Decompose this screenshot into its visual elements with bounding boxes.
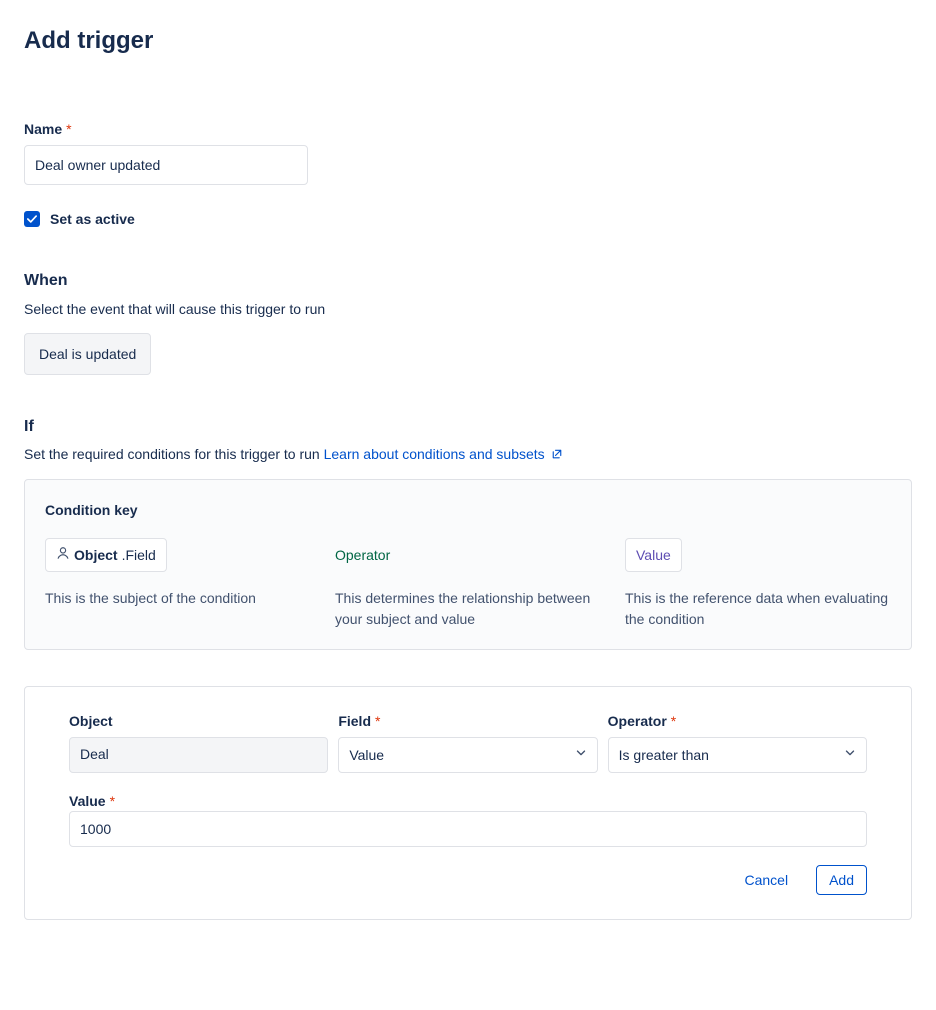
field-col: Field* Value — [338, 711, 597, 773]
when-event-chip: Deal is updated — [24, 333, 151, 375]
field-label: Field* — [338, 711, 597, 731]
ck-object-pill: Object.Field — [45, 538, 167, 572]
operator-label-text: Operator — [608, 713, 667, 729]
condition-key-box: Condition key Object.Field This is the s… — [24, 479, 912, 650]
cancel-button[interactable]: Cancel — [736, 866, 796, 894]
operator-label: Operator* — [608, 711, 867, 731]
name-input[interactable] — [24, 145, 308, 185]
ck-value-desc: This is the reference data when evaluati… — [625, 588, 891, 629]
if-desc: Set the required conditions for this tri… — [24, 444, 912, 464]
ck-operator-col: Operator This determines the relationshi… — [335, 538, 601, 629]
active-checkbox-row: Set as active — [24, 209, 912, 229]
required-asterisk: * — [671, 713, 676, 729]
operator-select[interactable]: Is greater than — [608, 737, 867, 773]
learn-conditions-link[interactable]: Learn about conditions and subsets — [324, 446, 563, 462]
field-select[interactable]: Value — [338, 737, 597, 773]
add-button[interactable]: Add — [816, 865, 867, 895]
ck-operator-desc: This determines the relationship between… — [335, 588, 601, 629]
ck-object-field: .Field — [122, 545, 156, 565]
external-link-icon — [551, 448, 563, 460]
value-label: Value* — [69, 793, 115, 809]
condition-key-title: Condition key — [45, 500, 891, 520]
ck-value-col: Value This is the reference data when ev… — [625, 538, 891, 629]
name-field-group: Name* — [24, 119, 912, 185]
if-heading: If — [24, 415, 912, 438]
value-label-text: Value — [69, 793, 106, 809]
name-label-text: Name — [24, 121, 62, 137]
object-select: Deal — [69, 737, 328, 773]
field-label-text: Field — [338, 713, 371, 729]
ck-object-desc: This is the subject of the condition — [45, 588, 311, 608]
if-desc-text: Set the required conditions for this tri… — [24, 446, 324, 462]
value-input[interactable] — [69, 811, 867, 847]
person-icon — [56, 545, 70, 565]
when-desc: Select the event that will cause this tr… — [24, 299, 912, 319]
name-label: Name* — [24, 119, 912, 139]
page-title: Add trigger — [24, 24, 912, 59]
when-heading: When — [24, 269, 912, 292]
object-col: Object Deal — [69, 711, 328, 773]
active-checkbox-label: Set as active — [50, 209, 135, 229]
active-checkbox[interactable] — [24, 211, 40, 227]
required-asterisk: * — [110, 793, 115, 809]
required-asterisk: * — [66, 121, 71, 137]
condition-form: Object Deal Field* Value Operator* Is gr… — [24, 686, 912, 921]
ck-object-bold: Object — [74, 545, 118, 565]
check-icon — [27, 214, 37, 224]
learn-conditions-link-text: Learn about conditions and subsets — [324, 446, 545, 462]
operator-col: Operator* Is greater than — [608, 711, 867, 773]
ck-value-pill: Value — [625, 538, 682, 572]
object-label: Object — [69, 711, 328, 731]
value-field-group: Value* — [69, 791, 867, 847]
ck-operator-label: Operator — [335, 538, 390, 572]
ck-object-col: Object.Field This is the subject of the … — [45, 538, 311, 629]
required-asterisk: * — [375, 713, 380, 729]
